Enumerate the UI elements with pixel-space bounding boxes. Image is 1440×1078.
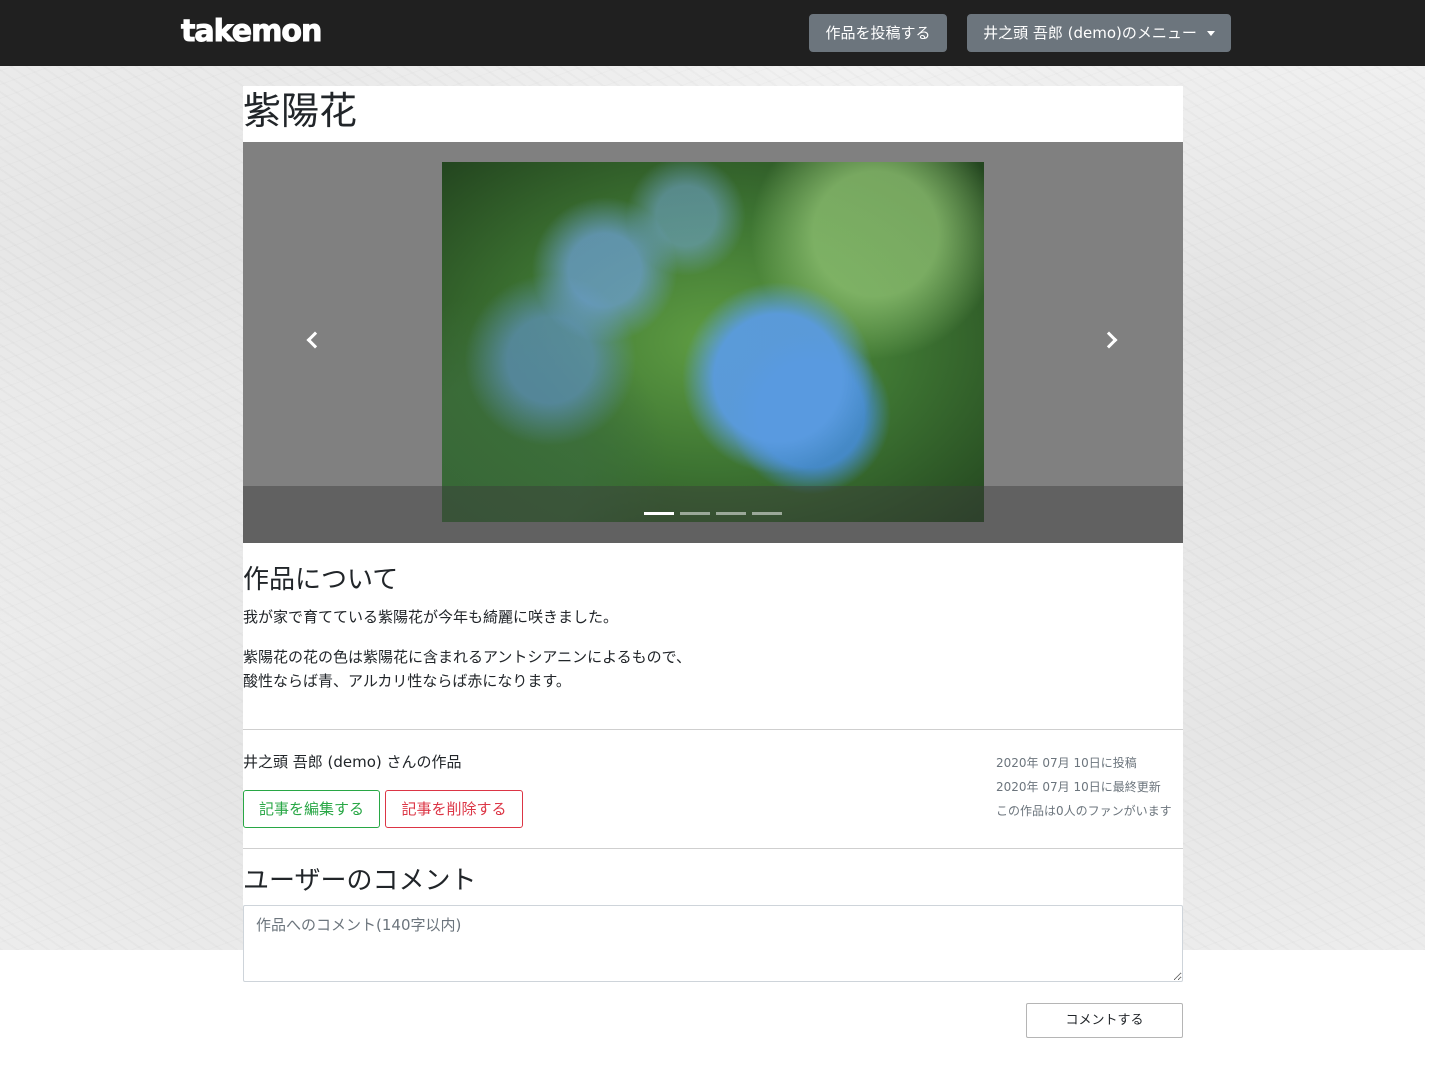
navbar: takemon 作品を投稿する 井之頭 吾郎 (demo)のメニュー bbox=[0, 0, 1425, 66]
brand-logo[interactable]: takemon bbox=[180, 14, 322, 50]
page-title: 紫陽花 bbox=[243, 89, 358, 133]
author-line: 井之頭 吾郎 (demo) さんの作品 bbox=[243, 753, 462, 771]
edit-article-button[interactable]: 記事を編集する bbox=[243, 790, 380, 828]
post-work-button[interactable]: 作品を投稿する bbox=[809, 14, 947, 52]
comment-input[interactable] bbox=[243, 905, 1183, 982]
divider bbox=[243, 729, 1183, 730]
posted-date: 2020年 07月 10日に投稿 bbox=[996, 756, 1137, 770]
submit-comment-button[interactable]: コメントする bbox=[1026, 1003, 1183, 1038]
carousel-indicator[interactable] bbox=[716, 512, 746, 515]
description-paragraph-2: 紫陽花の花の色は紫陽花に含まれるアントシアニンによるもので、 酸性ならば青、アルカ… bbox=[243, 645, 691, 693]
divider bbox=[243, 848, 1183, 849]
carousel-indicator[interactable] bbox=[752, 512, 782, 515]
comments-heading: ユーザーのコメント bbox=[243, 866, 477, 896]
work-detail: 紫陽花 作品について 我が家で育てている紫陽花が今年も綺麗に咲きました。 紫陽花… bbox=[243, 86, 1183, 1078]
user-menu-dropdown[interactable]: 井之頭 吾郎 (demo)のメニュー bbox=[967, 14, 1231, 52]
description-line: 酸性ならば青、アルカリ性ならば赤になります。 bbox=[243, 672, 571, 690]
carousel-image bbox=[442, 162, 984, 522]
carousel-indicator[interactable] bbox=[680, 512, 710, 515]
carousel-indicators bbox=[644, 512, 782, 516]
user-menu-label: 井之頭 吾郎 (demo)のメニュー bbox=[983, 24, 1197, 42]
about-heading: 作品について bbox=[243, 565, 399, 595]
delete-article-button[interactable]: 記事を削除する bbox=[385, 790, 523, 828]
image-carousel bbox=[243, 142, 1183, 543]
fan-count: この作品は0人のファンがいます bbox=[996, 804, 1172, 818]
description-paragraph-1: 我が家で育てている紫陽花が今年も綺麗に咲きました。 bbox=[243, 608, 619, 626]
caret-down-icon bbox=[1206, 31, 1215, 36]
updated-date: 2020年 07月 10日に最終更新 bbox=[996, 780, 1161, 794]
carousel-indicator[interactable] bbox=[644, 512, 674, 515]
description-line: 紫陽花の花の色は紫陽花に含まれるアントシアニンによるもので、 bbox=[243, 648, 692, 666]
